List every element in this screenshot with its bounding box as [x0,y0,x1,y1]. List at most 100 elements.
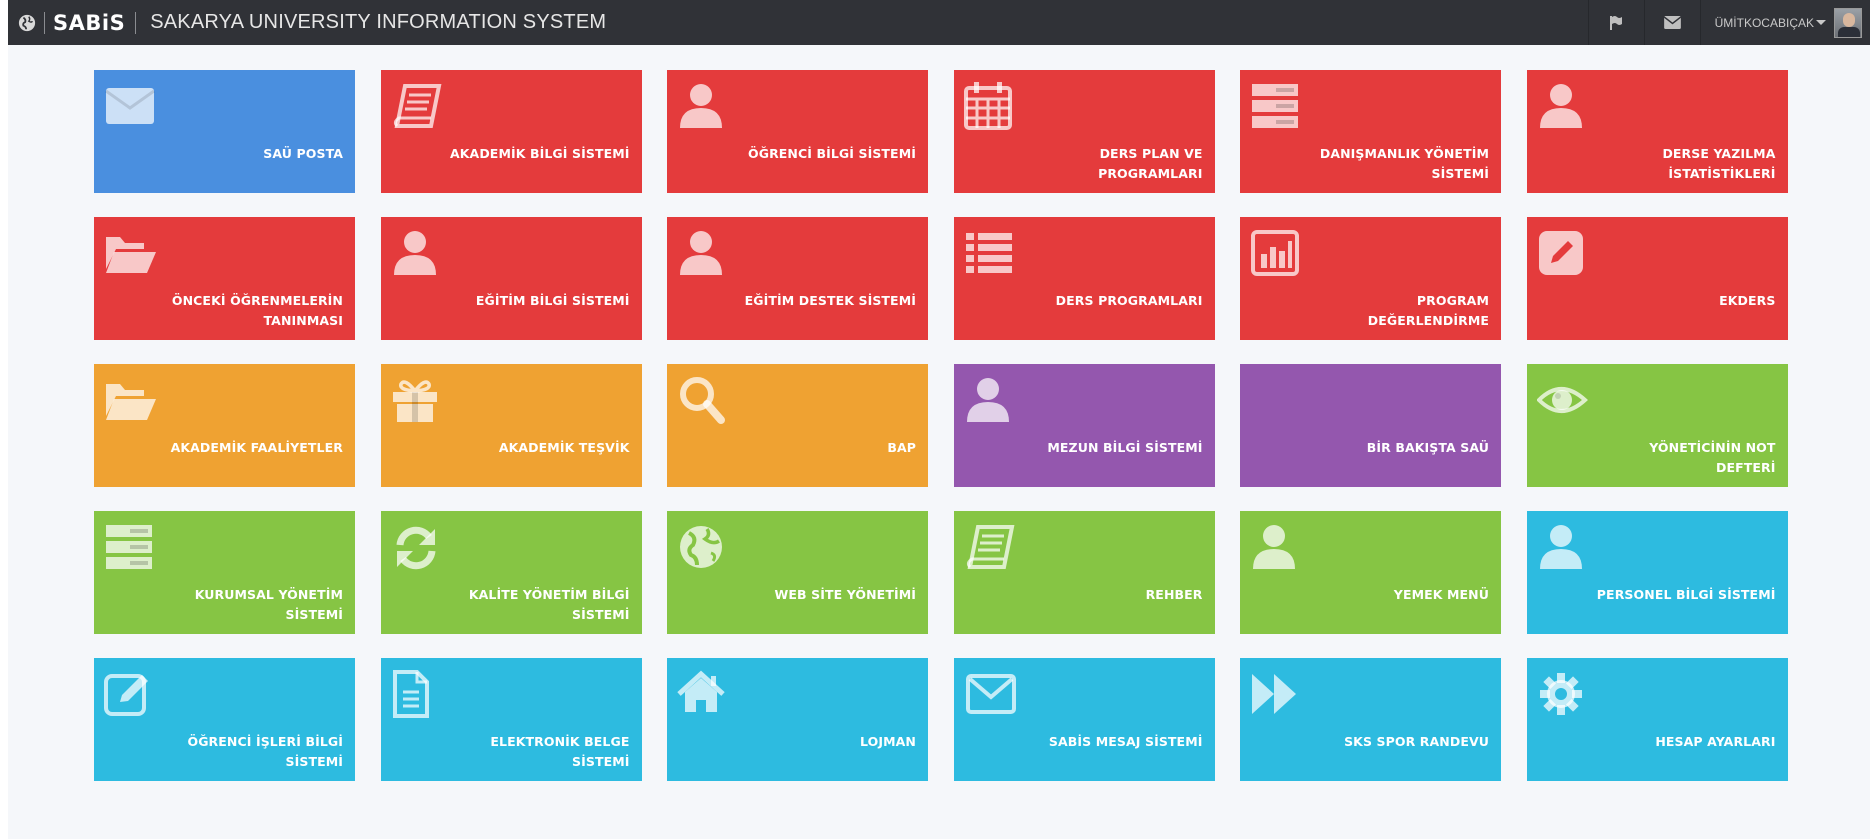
tile-label: SAÜ POSTA [263,146,343,161]
tile-label: ELEKTRONİK BELGE SİSTEMİ [490,734,630,769]
tile-akademik-faaliyetler[interactable]: AKADEMİK FAALİYETLER [94,364,355,487]
tile-label: ÖĞRENCİ BİLGİ SİSTEMİ [747,146,916,161]
tile-akademik-bilgi-sistemi[interactable]: AKADEMİK BİLGİ SİSTEMİ [380,70,642,193]
tile-label: BAP [887,440,916,455]
tile-personel-bilgi-sistemi[interactable]: PERSONEL BİLGİ SİSTEMİ [1526,511,1788,634]
folder-open-icon [104,229,160,277]
tile-label: SKS SPOR RANDEVU [1344,734,1489,749]
tile-egitim-destek-sistemi[interactable]: EĞİTİM DESTEK SİSTEMİ [667,217,928,340]
tile-hesap-ayarlari[interactable]: HESAP AYARLARI [1526,658,1788,781]
tile-derse-yazilma-istatistikleri[interactable]: DERSE YAZILMA İSTATİSTİKLERİ [1526,70,1788,193]
globe-logo-icon [18,14,36,32]
fast-forward-icon [1250,670,1306,718]
system-title: SAKARYA UNIVERSITY INFORMATION SYSTEM [150,11,607,33]
tile-elektronik-belge-sistemi[interactable]: ELEKTRONİK BELGE SİSTEMİ [380,658,642,781]
tile-bap[interactable]: BAP [667,364,928,487]
tile-ogrenci-bilgi-sistemi[interactable]: ÖĞRENCİ BİLGİ SİSTEMİ [667,70,928,193]
gift-icon [391,376,447,424]
tile-label: MEZUN BİLGİ SİSTEMİ [1047,440,1203,455]
tile-label: EĞİTİM DESTEK SİSTEMİ [744,293,916,308]
user-icon [1537,82,1593,130]
tile-label: AKADEMİK BİLGİ SİSTEMİ [450,146,630,161]
book-icon [391,82,447,130]
search-icon [677,376,733,424]
calendar-icon [963,82,1020,130]
tile-ders-plan-ve-programlari[interactable]: DERS PLAN VE PROGRAMLARI [953,70,1215,193]
user-icon [677,82,733,130]
server-icon [1250,82,1306,130]
tile-yemek-menu[interactable]: YEMEK MENÜ [1240,511,1501,634]
tile-label: HESAP AYARLARI [1655,734,1776,749]
user-icon [677,229,733,277]
tile-ogrenci-isleri-bilgi-sistemi[interactable]: ÖĞRENCİ İŞLERİ BİLGİ SİSTEMİ [94,658,355,781]
tile-sks-spor-randevu[interactable]: SKS SPOR RANDEVU [1240,658,1501,781]
tile-yoneticinin-not-defteri[interactable]: YÖNETİCİNİN NOT DEFTERİ [1526,364,1788,487]
tile-label: DERS PLAN VE PROGRAMLARI [1098,146,1203,181]
tile-label: LOJMAN [860,734,916,749]
user-icon [1537,523,1593,571]
globe-icon [677,523,733,571]
tile-sabis-mesaj-sistemi[interactable]: SABİS MESAJ SİSTEMİ [953,658,1215,781]
tile-label: PERSONEL BİLGİ SİSTEMİ [1596,587,1776,602]
book-icon [964,523,1020,571]
tile-ders-programlari[interactable]: DERS PROGRAMLARI [953,217,1215,340]
folder-open-icon [104,376,160,424]
tile-label: ÖĞRENCİ İŞLERİ BİLGİ SİSTEMİ [187,734,343,769]
tile-onceki-ogrenmelerin-taninmasi[interactable]: ÖNCEKİ ÖĞRENMELERİN TANINMASI [94,217,355,340]
tile-label: AKADEMİK TEŞVİK [498,440,630,455]
user-menu[interactable]: ÜMİTKOCABIÇAK [1699,0,1870,45]
tile-label: KALİTE YÖNETİM BİLGİ SİSTEMİ [468,587,630,622]
user-icon [391,229,447,277]
chevron-down-icon [1816,20,1826,25]
tile-label: EĞİTİM BİLGİ SİSTEMİ [475,293,630,308]
brand-divider [44,11,45,34]
tile-label: PROGRAM DEĞERLENDİRME [1367,293,1489,328]
tile-label: SABİS MESAJ SİSTEMİ [1048,734,1203,749]
file-text-icon [391,670,447,718]
top-navbar: SABiS SAKARYA UNIVERSITY INFORMATION SYS… [8,0,1870,45]
application-tile-grid: SAÜ POSTA AKADEMİK BİLGİ SİSTEMİ ÖĞRENCİ… [94,70,1788,781]
refresh-icon [391,523,447,571]
flag-icon [1610,15,1623,30]
tile-label: EKDERS [1719,293,1776,308]
tile-lojman[interactable]: LOJMAN [667,658,928,781]
navbar-actions: ÜMİTKOCABIÇAK [1587,0,1870,45]
tile-label: DERSE YAZILMA İSTATİSTİKLERİ [1662,146,1776,181]
gear-icon [1537,670,1593,718]
brand[interactable]: SABiS SAKARYA UNIVERSITY INFORMATION SYS… [8,0,606,45]
tile-label: ÖNCEKİ ÖĞRENMELERİN TANINMASI [171,293,343,328]
sabis-logo: SABiS [53,10,126,35]
tile-label: YEMEK MENÜ [1393,587,1489,602]
avatar [1834,7,1862,38]
tile-mezun-bilgi-sistemi[interactable]: MEZUN BİLGİ SİSTEMİ [953,364,1215,487]
tile-label: REHBER [1145,587,1203,602]
tile-web-site-yonetimi[interactable]: WEB SİTE YÖNETİMİ [667,511,928,634]
tile-label: WEB SİTE YÖNETİMİ [774,587,916,602]
eye-icon [1536,376,1593,424]
user-icon [964,376,1020,424]
notifications-button[interactable] [1587,0,1644,45]
tile-egitim-bilgi-sistemi[interactable]: EĞİTİM BİLGİ SİSTEMİ [380,217,642,340]
tile-program-degerlendirme[interactable]: PROGRAM DEĞERLENDİRME [1240,217,1501,340]
envelope-outline-icon [964,670,1020,718]
tile-ekders[interactable]: EKDERS [1526,217,1788,340]
tile-rehber[interactable]: REHBER [953,511,1215,634]
messages-button[interactable] [1643,0,1700,45]
tile-kurumsal-yonetim-sistemi[interactable]: KURUMSAL YÖNETİM SİSTEMİ [94,511,355,634]
tile-label: YÖNETİCİNİN NOT DEFTERİ [1649,440,1776,475]
home-icon [677,670,733,718]
tile-sau-posta[interactable]: SAÜ POSTA [94,70,355,193]
tile-danismanlik-yonetim-sistemi[interactable]: DANIŞMANLIK YÖNETİM SİSTEMİ [1240,70,1501,193]
tile-kalite-yonetim-bilgi-sistemi[interactable]: KALİTE YÖNETİM BİLGİ SİSTEMİ [380,511,642,634]
tile-bir-bakista-sau[interactable]: BİR BAKIŞTA SAÜ [1240,364,1501,487]
server-icon [104,523,160,571]
tile-label: AKADEMİK FAALİYETLER [170,440,343,455]
tile-label: DERS PROGRAMLARI [1055,293,1203,308]
envelope-icon [1663,16,1681,29]
tile-label: BİR BAKIŞTA SAÜ [1366,440,1489,455]
tile-akademik-tesvik[interactable]: AKADEMİK TEŞVİK [380,364,642,487]
pencil-square-icon [1537,229,1593,277]
user-name: ÜMİTKOCABIÇAK [1714,15,1814,30]
tile-label: DANIŞMANLIK YÖNETİM SİSTEMİ [1319,146,1489,181]
bar-chart-icon [1250,229,1306,277]
